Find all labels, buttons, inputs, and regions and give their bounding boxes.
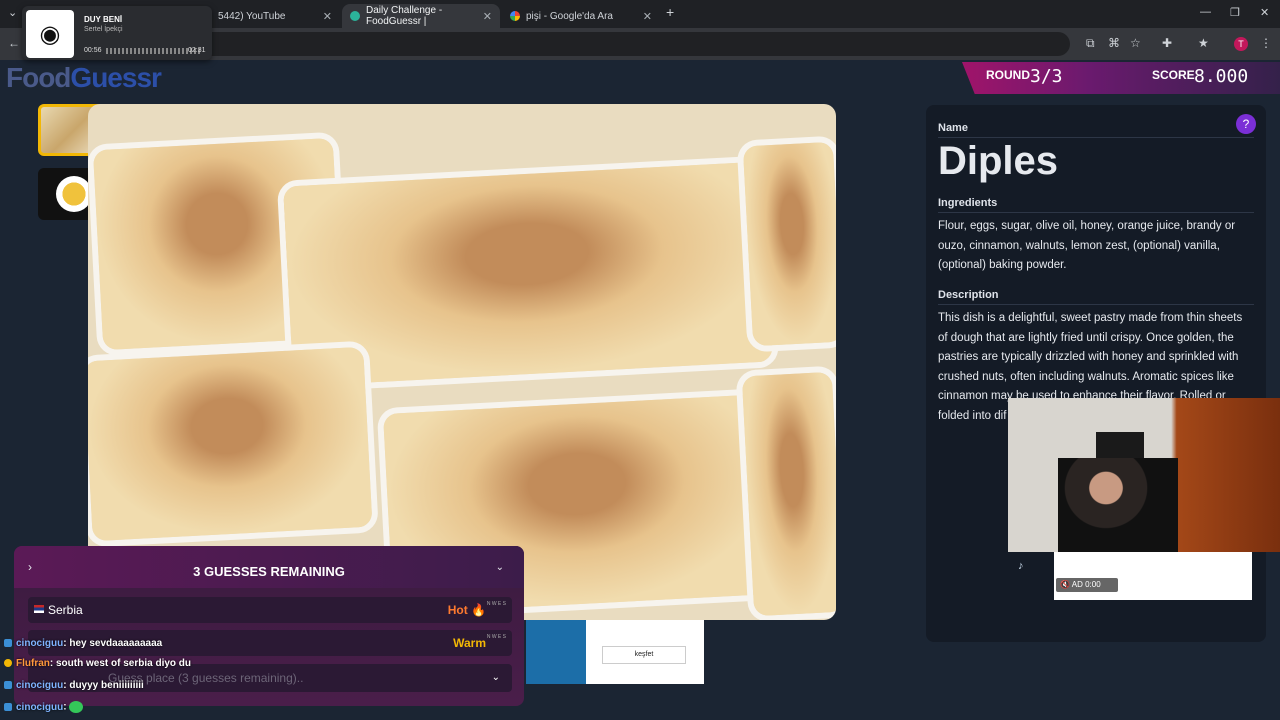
chat-text: : hey sevdaaaaaaaaa (63, 638, 163, 649)
album-art: ◉ (26, 10, 74, 58)
round-label: ROUND (986, 68, 1030, 82)
pastry-image (741, 371, 836, 617)
dish-name: Diples (938, 139, 1059, 183)
elapsed-time: 00:56 (84, 47, 102, 54)
maximize-icon[interactable]: ❐ (1230, 6, 1240, 19)
score-value: 8.000 (1194, 66, 1249, 87)
round-score-banner: ROUND 3/3 SCORE 8.000 (962, 62, 1280, 94)
chat-badge-icon (4, 681, 12, 690)
back-icon[interactable]: ← (8, 36, 20, 50)
chat-text: : south west of serbia diyo du (49, 658, 192, 669)
ad-banner[interactable]: keşfet (526, 620, 704, 684)
tab-foodguessr[interactable]: Daily Challenge - FoodGuessr | ✕ (342, 4, 500, 28)
close-icon[interactable]: ✕ (643, 10, 652, 23)
chat-badge-icon (4, 703, 12, 711)
video-controls[interactable]: 🔇 AD 0:00 (1056, 578, 1118, 592)
ad-cta-button[interactable]: keşfet (602, 646, 686, 664)
name-label: Name (938, 122, 968, 134)
serbia-flag-icon (34, 605, 44, 613)
logo-part-guessr: Guessr (70, 62, 161, 93)
chat-badge-icon (4, 639, 12, 648)
track-duration: 02:31 (188, 47, 206, 54)
foodguessr-logo[interactable]: FoodGuessr (6, 62, 162, 94)
video-ad-overlay[interactable] (1054, 552, 1252, 600)
guess-panel-header[interactable]: › 3 GUESSES REMAINING ⌄ (14, 546, 524, 588)
guess-heat: Warm (453, 636, 486, 650)
ad-badge: AD (1071, 580, 1083, 589)
google-favicon-icon (510, 11, 520, 21)
chat-username: cinociguu (16, 638, 64, 649)
logo-part-food: Food (6, 62, 71, 93)
streamer-image (1058, 458, 1178, 552)
dropdown-chevron-icon[interactable]: ⌄ (492, 664, 500, 692)
chat-message: cinociguu: hey sevdaaaaaaaaa (4, 638, 162, 649)
score-label: SCORE (1152, 68, 1195, 82)
chat-username: Flufran (16, 658, 50, 669)
chat-badge-icon (4, 659, 12, 668)
round-value: 3/3 (1030, 66, 1063, 87)
minimize-icon[interactable]: — (1200, 6, 1211, 18)
webcam-overlay (1008, 398, 1280, 552)
foodguessr-favicon-icon (350, 11, 360, 21)
divider (938, 137, 1254, 138)
ingredients-text: Flour, eggs, sugar, olive oil, honey, or… (938, 220, 1236, 271)
divider (938, 212, 1254, 213)
tab-google-search[interactable]: pişi - Google'da Ara ✕ (502, 4, 660, 28)
tiktok-icon: ♪ (1018, 560, 1024, 572)
track-title: DUY BENİ (84, 15, 123, 24)
address-bar[interactable]: ily (70, 32, 1070, 56)
bookmark-star-icon[interactable]: ☆ (1130, 36, 1141, 50)
cast-icon[interactable]: ⧉ (1086, 36, 1095, 51)
tab-search-icon[interactable]: ⌄ (8, 6, 17, 19)
emote-icon (69, 701, 84, 713)
pastry-image (742, 141, 836, 347)
compass-icon: N W E S (486, 601, 506, 607)
ingredients-label: Ingredients (938, 197, 998, 209)
track-artist: Sertel İpekçi (84, 26, 123, 33)
new-tab-icon[interactable]: + (666, 4, 674, 20)
bookmarks-icon[interactable]: ★ (1198, 36, 1209, 50)
guess-country: Serbia (48, 603, 83, 617)
mute-icon[interactable]: 🔇 (1060, 580, 1070, 589)
pastry-image (88, 346, 373, 542)
help-icon[interactable]: ? (1236, 114, 1256, 134)
chat-username: cinociguu (16, 701, 64, 713)
chat-message: Flufran: south west of serbia diyo du (4, 658, 191, 669)
media-player-card[interactable]: ◉ DUY BENİ Sertel İpekçi 00:56 02:31 (22, 6, 212, 60)
tab-label: 5442) YouTube (218, 10, 286, 22)
window-close-icon[interactable]: ✕ (1260, 6, 1269, 19)
chat-text: : duyyy beniiiiiiiii (63, 680, 144, 691)
guess-heat: Hot 🔥 (447, 603, 486, 617)
translate-icon[interactable]: ⌘ (1108, 36, 1120, 50)
guesses-remaining-title: 3 GUESSES REMAINING (193, 564, 345, 579)
ad-logo-image (526, 620, 586, 684)
chat-username: cinociguu (16, 680, 64, 691)
description-label: Description (938, 289, 999, 301)
collapse-chevron-icon[interactable]: ⌄ (496, 562, 504, 573)
tab-label: pişi - Google'da Ara (526, 10, 613, 22)
tab-label: Daily Challenge - FoodGuessr | (366, 5, 443, 27)
compass-icon: N W E S (486, 634, 506, 640)
guess-row: Serbia Hot 🔥 N W E S (28, 597, 512, 623)
plate-image (56, 176, 92, 212)
tab-youtube[interactable]: 5442) YouTube ✕ (210, 4, 340, 28)
dish-photo (88, 104, 836, 620)
video-time: 0:00 (1085, 580, 1101, 589)
divider (938, 304, 1254, 305)
chat-text: : (63, 701, 67, 713)
close-icon[interactable]: ✕ (323, 10, 332, 23)
extensions-icon[interactable]: ✚ (1162, 36, 1172, 50)
close-icon[interactable]: ✕ (483, 10, 492, 23)
profile-avatar[interactable]: T (1234, 37, 1248, 51)
chat-message: cinociguu: (4, 701, 84, 713)
menu-kebab-icon[interactable]: ⋮ (1260, 36, 1272, 50)
chat-message: cinociguu: duyyy beniiiiiiiii (4, 680, 144, 691)
